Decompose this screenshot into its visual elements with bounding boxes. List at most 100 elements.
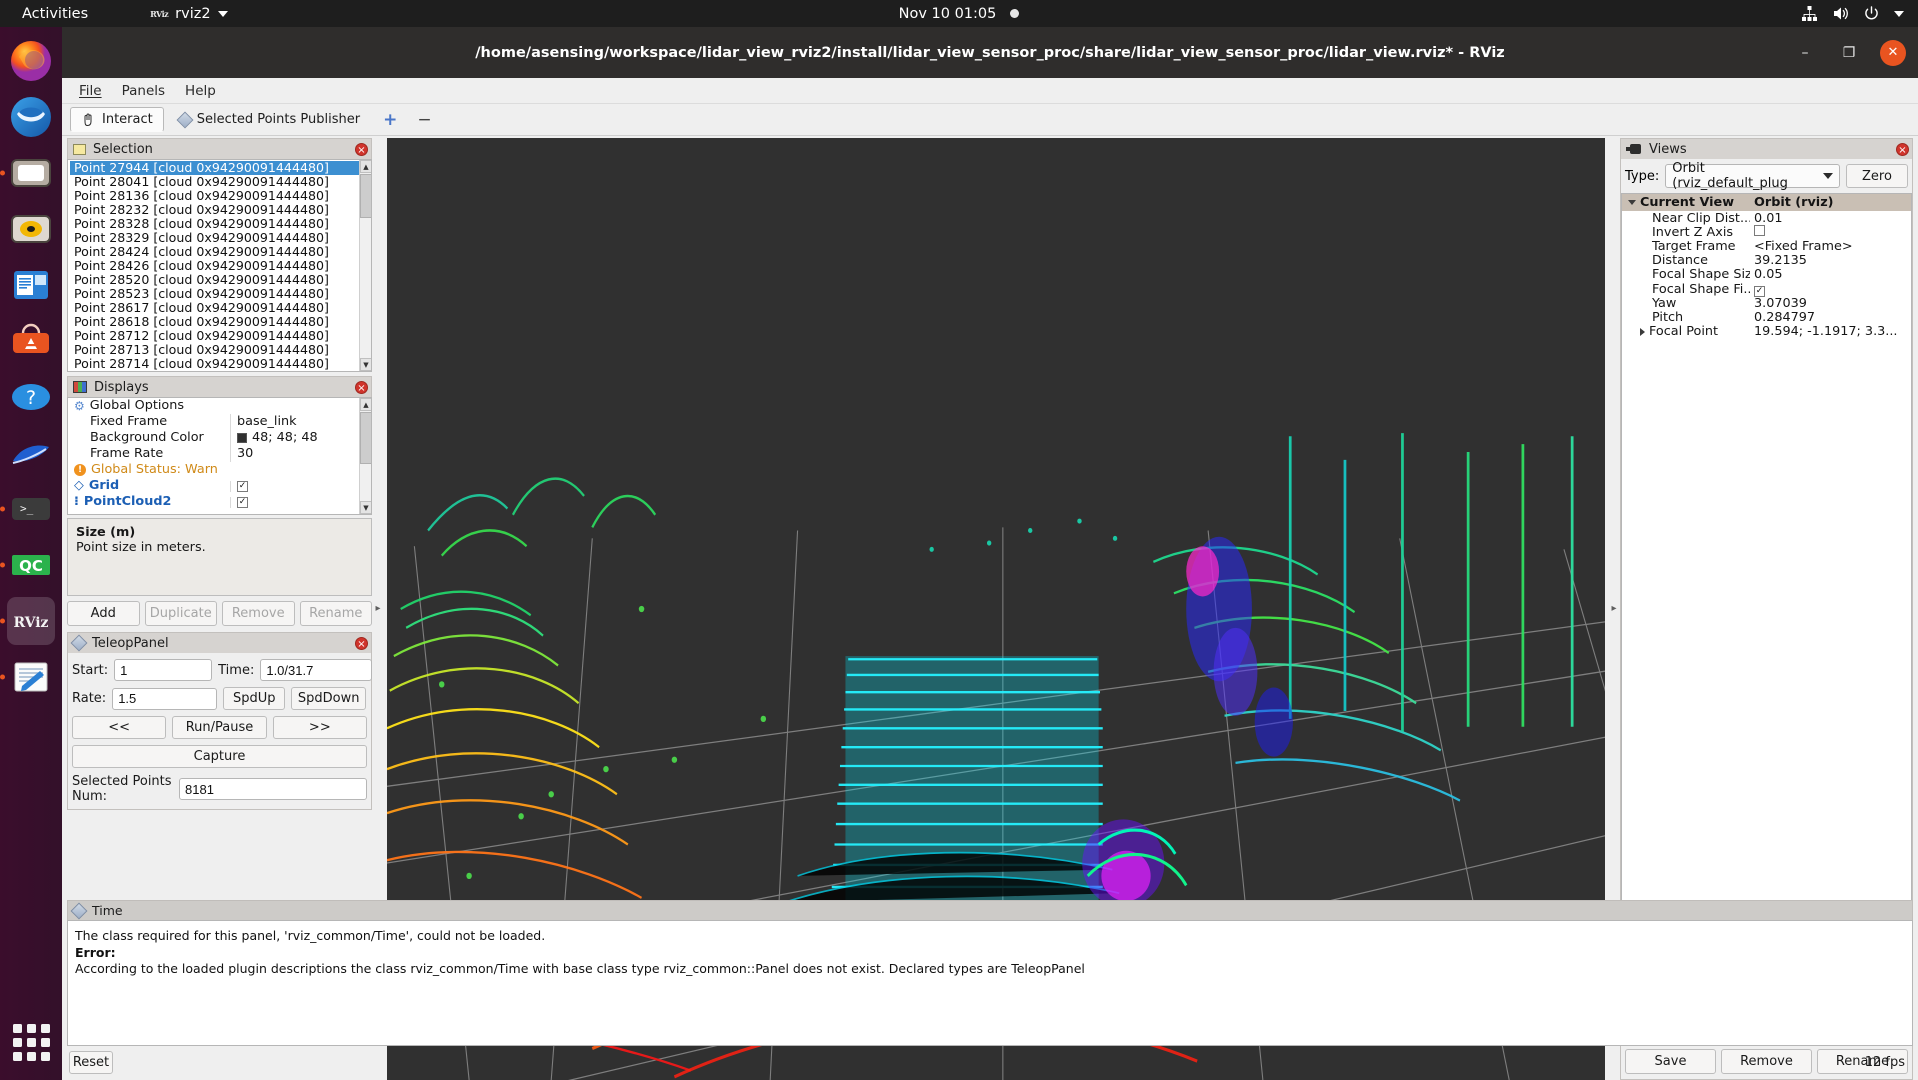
show-applications-icon[interactable]: [7, 1018, 55, 1066]
views-row-label: Near Clip Dist...: [1622, 211, 1750, 226]
close-icon[interactable]: [355, 143, 368, 156]
tree-row-frame-rate[interactable]: Frame Rate 30: [68, 446, 371, 462]
spdup-button[interactable]: SpdUp: [223, 687, 285, 710]
rate-input[interactable]: [112, 688, 217, 710]
spddown-button[interactable]: SpdDown: [291, 687, 366, 710]
list-item[interactable]: Point 28136 [cloud 0x94290091444480]: [70, 189, 371, 203]
dock-item-qc[interactable]: QC: [7, 541, 55, 589]
pointcloud-checkbox[interactable]: ✓: [237, 497, 248, 508]
expand-arrow-icon[interactable]: [1640, 328, 1645, 336]
volume-icon[interactable]: [1832, 5, 1849, 22]
network-icon[interactable]: [1801, 5, 1818, 22]
displays-tree[interactable]: ⚙ Global Options Fixed Frame base_link B…: [67, 397, 372, 515]
views-row-focal-shape-fixed-size[interactable]: Focal Shape Fi... ✓: [1622, 282, 1911, 296]
views-row-pitch[interactable]: Pitch 0.284797: [1622, 310, 1911, 324]
time-input[interactable]: [260, 659, 372, 681]
app-menu[interactable]: RViz rviz2: [150, 6, 227, 22]
system-menu-chevron-down-icon[interactable]: [1894, 11, 1904, 17]
view-type-select[interactable]: Orbit (rviz_default_plug: [1665, 164, 1840, 188]
scrollbar-thumb[interactable]: [360, 174, 372, 218]
list-item[interactable]: Point 28328 [cloud 0x94290091444480]: [70, 217, 371, 231]
list-item[interactable]: Point 28618 [cloud 0x94290091444480]: [70, 315, 371, 329]
selection-list[interactable]: Point 27944 [cloud 0x94290091444480] Poi…: [67, 159, 372, 372]
expand-arrow-icon[interactable]: [1628, 200, 1636, 205]
tool-interact[interactable]: Interact: [70, 107, 164, 132]
power-icon[interactable]: [1863, 5, 1880, 22]
list-item[interactable]: Point 28232 [cloud 0x94290091444480]: [70, 203, 371, 217]
remove-tool-icon[interactable]: −: [409, 113, 439, 127]
clock-button[interactable]: Nov 10 01:05: [829, 6, 1089, 22]
prev-button[interactable]: <<: [72, 716, 166, 739]
list-item[interactable]: Point 28520 [cloud 0x94290091444480]: [70, 273, 371, 287]
menu-help[interactable]: Help: [176, 80, 225, 102]
capture-button[interactable]: Capture: [72, 745, 367, 768]
close-icon[interactable]: [1896, 143, 1909, 156]
dock-item-text-editor[interactable]: [7, 653, 55, 701]
reset-button[interactable]: Reset: [69, 1051, 113, 1074]
list-item[interactable]: Point 28617 [cloud 0x94290091444480]: [70, 301, 371, 315]
dock-item-files[interactable]: [7, 149, 55, 197]
scroll-up-icon[interactable]: ▲: [360, 398, 372, 411]
zero-button[interactable]: Zero: [1846, 164, 1908, 188]
list-item[interactable]: Point 28041 [cloud 0x94290091444480]: [70, 175, 371, 189]
views-row-focal-shape-size[interactable]: Focal Shape Size 0.05: [1622, 268, 1911, 282]
start-input[interactable]: [114, 659, 212, 681]
views-row-distance[interactable]: Distance 39.2135: [1622, 254, 1911, 268]
list-item[interactable]: Point 28424 [cloud 0x94290091444480]: [70, 245, 371, 259]
dock-item-help[interactable]: ?: [7, 373, 55, 421]
next-button[interactable]: >>: [273, 716, 367, 739]
scrollbar-thumb[interactable]: [360, 412, 372, 464]
maximize-button[interactable]: ❐: [1836, 40, 1862, 66]
list-item[interactable]: Point 28426 [cloud 0x94290091444480]: [70, 259, 371, 273]
menu-panels[interactable]: Panels: [113, 80, 174, 102]
tree-row-global-status[interactable]: ! Global Status: Warn: [68, 462, 371, 478]
invert-z-checkbox[interactable]: [1754, 225, 1765, 236]
dock-item-wireshark[interactable]: [7, 429, 55, 477]
tool-selected-points-publisher[interactable]: Selected Points Publisher: [168, 107, 371, 132]
dock-item-thunderbird[interactable]: [7, 93, 55, 141]
views-row-near-clip-distance[interactable]: Near Clip Dist... 0.01: [1622, 211, 1911, 225]
list-item[interactable]: Point 28712 [cloud 0x94290091444480]: [70, 329, 371, 343]
tree-row-background-color[interactable]: Background Color 48; 48; 48: [68, 430, 371, 446]
dock-item-firefox[interactable]: [7, 37, 55, 85]
tree-row-grid[interactable]: ◇ Grid ✓: [68, 478, 371, 494]
rename-display-button[interactable]: Rename: [300, 601, 373, 626]
grid-checkbox[interactable]: ✓: [237, 481, 248, 492]
svg-text:QC: QC: [19, 557, 43, 575]
scroll-down-icon[interactable]: ▼: [360, 358, 372, 371]
duplicate-display-button[interactable]: Duplicate: [145, 601, 218, 626]
run-pause-button[interactable]: Run/Pause: [172, 716, 266, 739]
selected-points-input[interactable]: [179, 778, 367, 800]
add-tool-icon[interactable]: +: [375, 113, 405, 127]
views-row-target-frame[interactable]: Target Frame <Fixed Frame>: [1622, 239, 1911, 253]
list-item[interactable]: Point 28713 [cloud 0x94290091444480]: [70, 343, 371, 357]
views-row-focal-point[interactable]: Focal Point 19.594; -1.1917; 3.3...: [1622, 325, 1911, 339]
dock-item-ubuntu-software[interactable]: [7, 317, 55, 365]
system-tray[interactable]: [1801, 5, 1904, 22]
selection-scrollbar[interactable]: ▲ ▼: [359, 160, 371, 371]
close-icon[interactable]: [355, 637, 368, 650]
dock-item-rhythmbox[interactable]: [7, 205, 55, 253]
dock-item-rviz[interactable]: RViz: [7, 597, 55, 645]
scroll-up-icon[interactable]: ▲: [360, 160, 372, 173]
displays-scrollbar[interactable]: ▲ ▼: [359, 398, 371, 514]
tree-row-fixed-frame[interactable]: Fixed Frame base_link: [68, 414, 371, 430]
remove-display-button[interactable]: Remove: [222, 601, 295, 626]
dock-item-libreoffice-writer[interactable]: [7, 261, 55, 309]
views-row-invert-z-axis[interactable]: Invert Z Axis: [1622, 225, 1911, 239]
list-item[interactable]: Point 28523 [cloud 0x94290091444480]: [70, 287, 371, 301]
list-item[interactable]: Point 28329 [cloud 0x94290091444480]: [70, 231, 371, 245]
minimize-button[interactable]: –: [1792, 40, 1818, 66]
close-button[interactable]: ✕: [1880, 40, 1906, 66]
list-item[interactable]: Point 28714 [cloud 0x94290091444480]: [70, 357, 371, 371]
tree-row-global-options[interactable]: ⚙ Global Options: [68, 398, 371, 414]
close-icon[interactable]: [355, 381, 368, 394]
list-item[interactable]: Point 27944 [cloud 0x94290091444480]: [70, 161, 371, 175]
add-display-button[interactable]: Add: [67, 601, 140, 626]
menu-file[interactable]: File: [70, 80, 111, 102]
tree-row-pointcloud2[interactable]: ⁝ PointCloud2 ✓: [68, 494, 371, 510]
dock-item-terminal[interactable]: >_: [7, 485, 55, 533]
scroll-down-icon[interactable]: ▼: [360, 501, 372, 514]
activities-button[interactable]: Activities: [14, 4, 96, 24]
views-row-yaw[interactable]: Yaw 3.07039: [1622, 296, 1911, 310]
